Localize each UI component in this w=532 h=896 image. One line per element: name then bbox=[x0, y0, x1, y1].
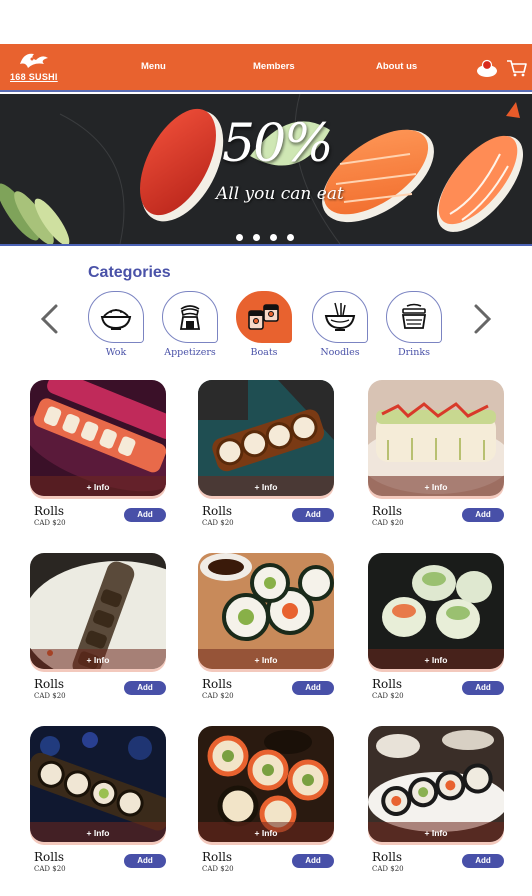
product-price: CAD $20 bbox=[202, 519, 234, 527]
category-wok[interactable]: Wok bbox=[88, 291, 144, 358]
brand-name: 168 SUSHI bbox=[10, 72, 58, 82]
product-price: CAD $20 bbox=[202, 865, 234, 873]
product-price: CAD $20 bbox=[34, 692, 66, 700]
nav-menu-link[interactable]: Menu bbox=[141, 61, 166, 72]
hero-banner[interactable]: 50% All you can eat bbox=[0, 94, 532, 246]
product-card[interactable]: + Info Rolls CAD $20 Add bbox=[198, 380, 334, 527]
product-name: Rolls bbox=[372, 504, 403, 518]
brand-logo[interactable]: 168 SUSHI bbox=[10, 50, 62, 86]
category-appetizers[interactable]: Appetizers bbox=[162, 291, 218, 358]
category-label: Noodles bbox=[320, 347, 360, 358]
add-to-cart-button[interactable]: Add bbox=[292, 508, 334, 522]
info-button[interactable]: + Info bbox=[368, 476, 504, 496]
info-button[interactable]: + Info bbox=[30, 649, 166, 669]
product-image[interactable]: + Info bbox=[198, 726, 334, 842]
add-to-cart-button[interactable]: Add bbox=[292, 854, 334, 868]
carousel-dot[interactable] bbox=[270, 234, 277, 241]
product-image[interactable]: + Info bbox=[368, 380, 504, 496]
product-card[interactable]: + Info Rolls CAD $20 Add bbox=[30, 726, 166, 873]
product-image[interactable]: + Info bbox=[198, 553, 334, 669]
product-price: CAD $20 bbox=[34, 865, 66, 873]
product-price: CAD $20 bbox=[372, 865, 404, 873]
product-card[interactable]: + Info Rolls CAD $20 Add bbox=[368, 380, 504, 527]
top-nav-bar: 168 SUSHI Menu Members About us bbox=[0, 44, 532, 92]
product-price: CAD $20 bbox=[34, 519, 66, 527]
category-label: Drinks bbox=[398, 347, 430, 358]
product-name: Rolls bbox=[34, 677, 65, 691]
product-name: Rolls bbox=[202, 504, 233, 518]
category-icon-frame bbox=[236, 291, 292, 343]
product-price: CAD $20 bbox=[372, 519, 404, 527]
info-button[interactable]: + Info bbox=[198, 476, 334, 496]
shopping-cart-icon[interactable] bbox=[506, 58, 528, 78]
nav-about-link[interactable]: About us bbox=[376, 61, 417, 72]
info-button[interactable]: + Info bbox=[198, 649, 334, 669]
category-boats[interactable]: Boats bbox=[236, 291, 292, 358]
product-image[interactable]: + Info bbox=[198, 380, 334, 496]
info-button[interactable]: + Info bbox=[368, 649, 504, 669]
product-name: Rolls bbox=[372, 677, 403, 691]
info-button[interactable]: + Info bbox=[368, 822, 504, 842]
carousel-indicators bbox=[236, 234, 294, 241]
add-to-cart-button[interactable]: Add bbox=[462, 681, 504, 695]
carousel-dot[interactable] bbox=[236, 234, 243, 241]
product-name: Rolls bbox=[202, 677, 233, 691]
product-name: Rolls bbox=[372, 850, 403, 864]
bowl-icon bbox=[100, 309, 132, 330]
product-card[interactable]: + Info Rolls CAD $20 Add bbox=[30, 380, 166, 527]
info-button[interactable]: + Info bbox=[30, 822, 166, 842]
drink-cup-icon bbox=[401, 303, 427, 329]
info-button[interactable]: + Info bbox=[30, 476, 166, 496]
onigiri-icon bbox=[179, 305, 201, 330]
product-card[interactable]: + Info Rolls CAD $20 Add bbox=[30, 553, 166, 700]
chevron-left-icon[interactable] bbox=[38, 303, 62, 335]
sushi-boat-icon bbox=[248, 304, 279, 330]
add-to-cart-button[interactable]: Add bbox=[292, 681, 334, 695]
info-button[interactable]: + Info bbox=[198, 822, 334, 842]
product-card[interactable]: + Info Rolls CAD $20 Add bbox=[198, 726, 334, 873]
categories-heading: Categories bbox=[88, 264, 171, 281]
chevron-right-icon[interactable] bbox=[470, 303, 494, 335]
category-icon-frame bbox=[88, 291, 144, 343]
product-price: CAD $20 bbox=[372, 692, 404, 700]
category-noodles[interactable]: Noodles bbox=[312, 291, 368, 358]
product-image[interactable]: + Info bbox=[30, 380, 166, 496]
promo-subheadline: All you can eat bbox=[216, 184, 344, 204]
add-to-cart-button[interactable]: Add bbox=[462, 508, 504, 522]
add-to-cart-button[interactable]: Add bbox=[124, 854, 166, 868]
add-to-cart-button[interactable]: Add bbox=[124, 508, 166, 522]
category-drinks[interactable]: Drinks bbox=[386, 291, 442, 358]
category-label: Wok bbox=[105, 347, 127, 358]
add-to-cart-button[interactable]: Add bbox=[462, 854, 504, 868]
user-account-icon[interactable] bbox=[476, 58, 498, 78]
category-label: Boats bbox=[250, 347, 278, 358]
category-icon-frame bbox=[162, 291, 218, 343]
category-icon-frame bbox=[312, 291, 368, 343]
carousel-dot[interactable] bbox=[253, 234, 260, 241]
product-name: Rolls bbox=[34, 504, 65, 518]
product-name: Rolls bbox=[34, 850, 65, 864]
carousel-dot[interactable] bbox=[287, 234, 294, 241]
product-image[interactable]: + Info bbox=[368, 726, 504, 842]
product-name: Rolls bbox=[202, 850, 233, 864]
nav-members-link[interactable]: Members bbox=[253, 61, 295, 72]
product-card[interactable]: + Info Rolls CAD $20 Add bbox=[198, 553, 334, 700]
product-price: CAD $20 bbox=[202, 692, 234, 700]
logo-mark-icon bbox=[20, 53, 48, 68]
product-image[interactable]: + Info bbox=[368, 553, 504, 669]
product-card[interactable]: + Info Rolls CAD $20 Add bbox=[368, 726, 504, 873]
add-to-cart-button[interactable]: Add bbox=[124, 681, 166, 695]
category-label: Appetizers bbox=[164, 347, 216, 358]
product-image[interactable]: + Info bbox=[30, 726, 166, 842]
product-image[interactable]: + Info bbox=[30, 553, 166, 669]
noodle-bowl-icon bbox=[324, 302, 356, 331]
promo-headline: 50% bbox=[222, 114, 334, 174]
product-card[interactable]: + Info Rolls CAD $20 Add bbox=[368, 553, 504, 700]
category-icon-frame bbox=[386, 291, 442, 343]
